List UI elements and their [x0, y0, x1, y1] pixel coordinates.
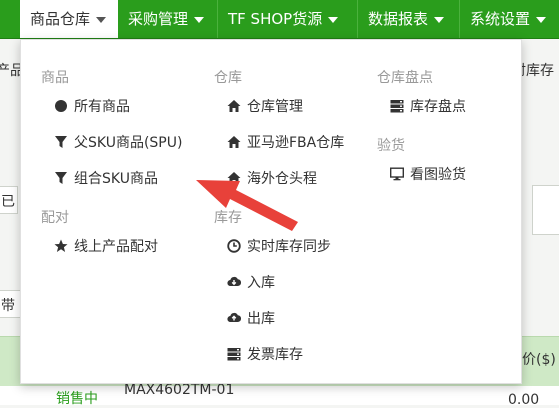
chevron-down-icon — [434, 16, 445, 23]
nav-tf-shop-label: TF SHOP货源 — [228, 10, 323, 28]
menu-item-invoice-stock[interactable]: 发票库存 — [227, 344, 303, 366]
menu-item-spu[interactable]: 父SKU商品(SPU) — [54, 132, 182, 154]
menu-item-picture-inspect[interactable]: 看图验货 — [390, 164, 466, 186]
row-sku: MAX4602TM-01 — [124, 382, 235, 398]
cloud-download-icon — [227, 275, 241, 289]
star-icon — [54, 239, 68, 253]
monitor-icon — [390, 167, 404, 181]
group-heading-stock: 库存 — [214, 210, 242, 226]
top-navbar: 商品仓库 采购管理 TF SHOP货源 数据报表 系统设置 — [0, 0, 559, 39]
menu-item-fba-warehouse[interactable]: 亚马逊FBA仓库 — [227, 132, 344, 154]
nav-purchase[interactable]: 采购管理 — [118, 0, 218, 38]
menu-item-realtime-stock-sync[interactable]: 实时库存同步 — [227, 236, 331, 258]
menu-item-combo-sku-label: 组合SKU商品 — [74, 171, 158, 187]
clock-icon — [227, 239, 241, 253]
nav-reports-label: 数据报表 — [368, 10, 429, 28]
menu-item-stock-out-label: 出库 — [247, 311, 275, 327]
group-heading-warehouse-check: 仓库盘点 — [377, 70, 433, 86]
menu-item-all-goods-label: 所有商品 — [74, 99, 130, 115]
home-icon — [227, 99, 241, 113]
cloud-upload-icon — [227, 311, 241, 325]
nav-settings-label: 系统设置 — [470, 10, 531, 28]
bg-fragment-already: 已 — [1, 194, 15, 210]
menu-item-picture-inspect-label: 看图验货 — [410, 167, 466, 183]
filter-icon — [54, 171, 68, 185]
goods-warehouse-dropdown: 商品 所有商品 父SKU商品(SPU) 组合SKU商品 配对 线上产品配对 仓库… — [20, 39, 522, 384]
table-row[interactable]: 销售中 MAX4602TM-01 0.00 — [0, 382, 559, 408]
chevron-down-icon — [536, 16, 547, 23]
nav-tf-shop[interactable]: TF SHOP货源 — [218, 0, 358, 38]
group-heading-match: 配对 — [41, 210, 69, 226]
menu-item-stock-out[interactable]: 出库 — [227, 308, 275, 330]
bg-input-fragment[interactable]: 带 — [0, 290, 22, 318]
group-heading-goods: 商品 — [41, 70, 69, 86]
menu-item-online-match-label: 线上产品配对 — [74, 239, 158, 255]
menu-item-overseas-first-leg[interactable]: 海外仓头程 — [227, 168, 317, 190]
server-icon — [227, 347, 241, 361]
group-heading-warehouse: 仓库 — [214, 70, 242, 86]
nav-reports[interactable]: 数据报表 — [358, 0, 460, 38]
chevron-down-icon — [328, 16, 339, 23]
menu-item-stock-check-label: 库存盘点 — [410, 99, 466, 115]
nav-goods-warehouse[interactable]: 商品仓库 — [20, 0, 118, 38]
chevron-down-icon — [194, 16, 205, 23]
bg-button-fragment[interactable]: 已 — [0, 186, 18, 214]
menu-item-stock-in-label: 入库 — [247, 275, 275, 291]
menu-item-spu-label: 父SKU商品(SPU) — [74, 135, 183, 151]
group-heading-inspect: 验货 — [377, 138, 405, 154]
bg-right-box — [532, 185, 559, 235]
menu-item-online-match[interactable]: 线上产品配对 — [54, 236, 158, 258]
home-icon — [227, 135, 241, 149]
menu-item-warehouse-manage[interactable]: 仓库管理 — [227, 96, 303, 118]
filter-icon — [54, 135, 68, 149]
menu-item-stock-check[interactable]: 库存盘点 — [390, 96, 466, 118]
menu-item-overseas-first-leg-label: 海外仓头程 — [247, 171, 317, 187]
price-column-header: 价($) — [522, 352, 556, 368]
menu-item-stock-in[interactable]: 入库 — [227, 272, 275, 294]
menu-item-all-goods[interactable]: 所有商品 — [54, 96, 130, 118]
row-status: 销售中 — [56, 391, 98, 407]
menu-item-combo-sku[interactable]: 组合SKU商品 — [54, 168, 158, 190]
menu-item-invoice-stock-label: 发票库存 — [247, 347, 303, 363]
chevron-down-icon — [96, 16, 107, 23]
server-icon — [390, 99, 404, 113]
bg-fragment-with: 带 — [1, 298, 15, 314]
nav-purchase-label: 采购管理 — [128, 10, 189, 28]
menu-item-realtime-stock-sync-label: 实时库存同步 — [247, 239, 331, 255]
menu-item-fba-warehouse-label: 亚马逊FBA仓库 — [247, 135, 345, 151]
circle-icon — [54, 99, 68, 113]
home-icon — [227, 171, 241, 185]
nav-settings[interactable]: 系统设置 — [460, 0, 559, 38]
nav-goods-warehouse-label: 商品仓库 — [30, 10, 91, 28]
row-value: 0.00 — [508, 392, 540, 408]
menu-item-warehouse-manage-label: 仓库管理 — [247, 99, 303, 115]
